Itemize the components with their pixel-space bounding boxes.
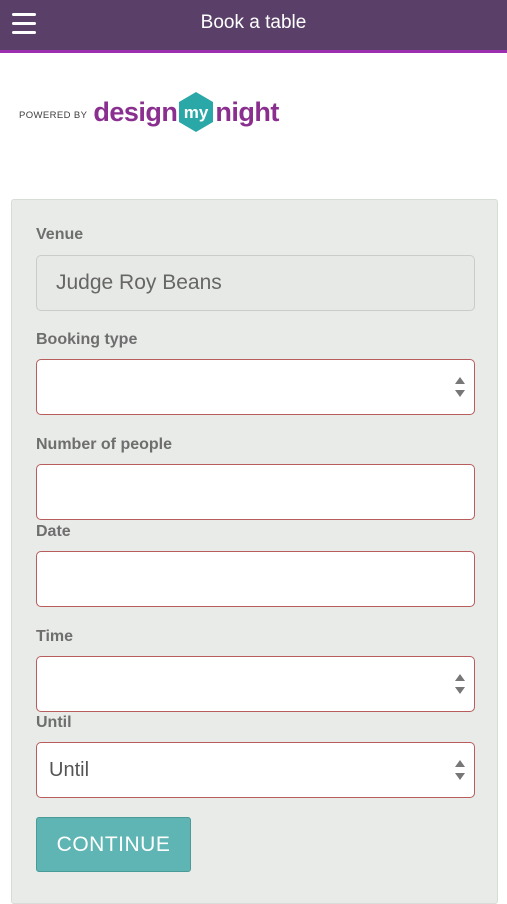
time-label: Time [36, 628, 74, 645]
powered-by-text: POWERED BY [19, 109, 88, 121]
select-arrows-icon [455, 377, 465, 397]
date-label: Date [36, 523, 71, 540]
logo-word-night: night [215, 96, 279, 127]
venue-value: Judge Roy Beans [56, 271, 222, 294]
select-arrows-icon [455, 674, 465, 694]
designmynight-logo: POWERED BY design my night [19, 89, 279, 135]
logo-word-my: my [184, 103, 209, 122]
time-select[interactable] [36, 656, 475, 712]
booking-type-select[interactable] [36, 359, 475, 415]
date-field[interactable] [36, 551, 475, 607]
logo-hexagon-icon: my [178, 91, 214, 133]
continue-button[interactable]: CONTINUE [36, 817, 191, 872]
until-label: Until [36, 714, 72, 731]
page-title: Book a table [200, 12, 307, 33]
until-value: Until [49, 758, 90, 781]
venue-field: Judge Roy Beans [36, 255, 475, 311]
booking-type-label: Booking type [36, 331, 138, 348]
app-header: Book a table [0, 0, 507, 53]
until-select[interactable]: Until [36, 742, 475, 798]
select-arrows-icon [455, 760, 465, 780]
number-of-people-field[interactable] [36, 464, 475, 520]
logo-word-design: design [93, 96, 178, 127]
booking-form: Venue Judge Roy Beans Booking type Numbe… [11, 199, 498, 904]
people-label: Number of people [36, 436, 173, 453]
hamburger-menu-icon[interactable] [12, 13, 36, 34]
venue-label: Venue [36, 226, 84, 243]
